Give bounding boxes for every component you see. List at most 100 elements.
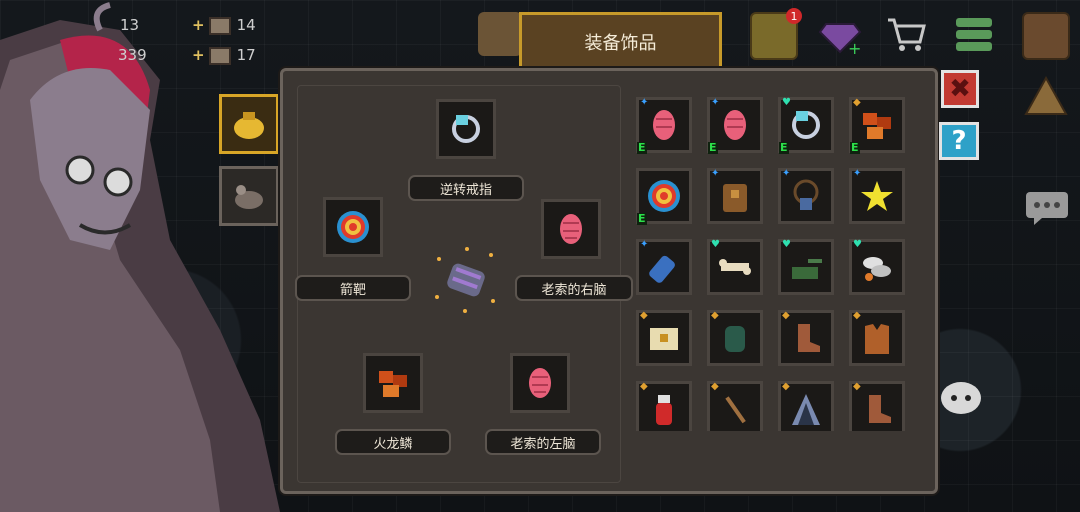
emote-icon[interactable] (938, 378, 984, 418)
crate-icon (208, 46, 231, 65)
close-button[interactable]: ✖ (941, 70, 979, 108)
inventory-slot[interactable]: ✦ E (707, 97, 763, 154)
plus-icon: + (192, 16, 205, 34)
inventory-grid: ✦ E ✦ E ♥ E ◆ E E ✦ ✦ ✦ ✦ ♥ ♥ ♥ ◆ ◆ ◆ ◆ ◆ ◆ ◆ ◆ (633, 91, 923, 431)
amulet-icon (793, 179, 819, 210)
inventory-slot[interactable]: ♥ E (778, 97, 834, 154)
chest-icon (650, 328, 678, 350)
equip-label-right: 老索的右脑 (515, 275, 633, 301)
accessory-panel: 逆转戒指 箭靶 老索的右脑 火龙鳞 老索的左脑 ✦ E ✦ E ♥ E ◆ E E ✦ ✦ ✦ ✦ ♥ ♥ ♥… (280, 68, 938, 494)
equip-slot-bottom-right[interactable] (510, 353, 570, 413)
inventory-slot[interactable]: ✦ E (636, 97, 692, 154)
menu-stack-icon[interactable] (952, 12, 996, 56)
rarity-mark-icon: ◆ (853, 381, 861, 392)
bone-icon (719, 259, 751, 275)
crate-icon (208, 16, 231, 35)
character-icon[interactable] (478, 12, 522, 56)
shop-cart-icon[interactable] (884, 12, 928, 56)
bag-icon (723, 184, 747, 212)
inventory-slot[interactable]: ◆ (707, 310, 763, 366)
rarity-mark-icon: ✦ (640, 239, 649, 250)
tent-icon[interactable] (1022, 72, 1070, 120)
rarity-mark-icon: ◆ (782, 310, 790, 321)
rarity-mark-icon: ♥ (853, 239, 862, 250)
glove-icon (725, 326, 745, 352)
brain-icon (529, 368, 551, 398)
inventory-slot[interactable]: ◆ (778, 381, 834, 431)
backpack-icon[interactable] (1022, 12, 1070, 60)
rarity-mark-icon: ◆ (853, 97, 861, 108)
inventory-slot[interactable]: ✦ (849, 168, 905, 224)
inventory-slot[interactable]: ◆ (636, 381, 692, 431)
help-button[interactable]: ? (939, 122, 979, 160)
rarity-mark-icon: ♥ (711, 239, 720, 250)
brain-icon (560, 214, 582, 244)
staff-icon (725, 396, 746, 424)
equipped-badge: E (779, 141, 789, 154)
target-icon (337, 211, 369, 243)
panel-title: 装备饰品 (519, 12, 722, 68)
brain-icon (653, 110, 675, 140)
equip-label-top: 逆转戒指 (408, 175, 524, 201)
inventory-slot[interactable]: ✦ (707, 168, 763, 224)
potion-icon (656, 395, 672, 425)
equip-label-bottom-right: 老索的左脑 (485, 429, 601, 455)
equipped-badge: E (637, 141, 647, 154)
inventory-slot[interactable]: ◆ (849, 310, 905, 366)
rarity-mark-icon: ✦ (782, 168, 791, 179)
inventory-slot[interactable]: ◆ (778, 310, 834, 366)
resource-a: 13 (120, 16, 140, 34)
ring-icon (452, 115, 480, 143)
hood-icon (792, 394, 820, 425)
wings-icon (863, 257, 891, 281)
boot-icon (869, 395, 891, 423)
star-icon (861, 181, 893, 211)
character-portrait (0, 2, 280, 512)
dragon-scale-icon (863, 113, 891, 139)
target-icon (648, 180, 680, 212)
equip-slot-top[interactable] (436, 99, 496, 159)
item-b-counter: +17 (192, 46, 256, 65)
inventory-slot[interactable]: ◆ (849, 381, 905, 431)
vest-icon (865, 324, 889, 354)
tab-accessories[interactable] (219, 94, 279, 154)
mouse-icon (235, 185, 263, 209)
dragon-scale-icon (379, 371, 407, 397)
rarity-mark-icon: ✦ (711, 168, 720, 179)
inventory-slot[interactable]: ◆ (636, 310, 692, 366)
center-relic-icon (435, 247, 495, 313)
plus-icon: + (192, 46, 205, 64)
item-a-counter: +14 (192, 16, 256, 35)
rarity-mark-icon: ◆ (711, 310, 719, 321)
inventory-slot[interactable]: ◆ E (849, 97, 905, 154)
tank-icon (792, 259, 822, 279)
equip-label-bottom-left: 火龙鳞 (335, 429, 451, 455)
inventory-slot[interactable]: ♥ (849, 239, 905, 295)
chat-icon[interactable] (1024, 190, 1070, 226)
rarity-mark-icon: ◆ (640, 381, 648, 392)
equipped-badge: E (637, 212, 647, 225)
inventory-slot[interactable]: ◆ (707, 381, 763, 431)
svg-text:+: + (848, 39, 861, 56)
tab-pets[interactable] (219, 166, 279, 226)
ring-icon (792, 111, 820, 139)
treasure-icon[interactable]: 1 (750, 8, 802, 60)
inventory-slot[interactable]: ♥ (707, 239, 763, 295)
inventory-slot[interactable]: ✦ (636, 239, 692, 295)
rarity-mark-icon: ✦ (640, 97, 649, 108)
inventory-slot[interactable]: ✦ (778, 168, 834, 224)
resource-b: 339 (118, 46, 147, 64)
equip-slot-bottom-left[interactable] (363, 353, 423, 413)
equip-label-left: 箭靶 (295, 275, 411, 301)
equipped-badge: E (850, 141, 860, 154)
rarity-mark-icon: ◆ (782, 381, 790, 392)
brain-icon (724, 110, 746, 140)
inventory-slot[interactable]: E (636, 168, 692, 225)
inventory-slot[interactable]: ♥ (778, 239, 834, 295)
rarity-mark-icon: ◆ (853, 310, 861, 321)
rarity-mark-icon: ✦ (711, 97, 720, 108)
gem-icon[interactable]: + (818, 12, 862, 56)
equip-slot-left[interactable] (323, 197, 383, 257)
rarity-mark-icon: ✦ (853, 168, 862, 179)
equip-slot-right[interactable] (541, 199, 601, 259)
